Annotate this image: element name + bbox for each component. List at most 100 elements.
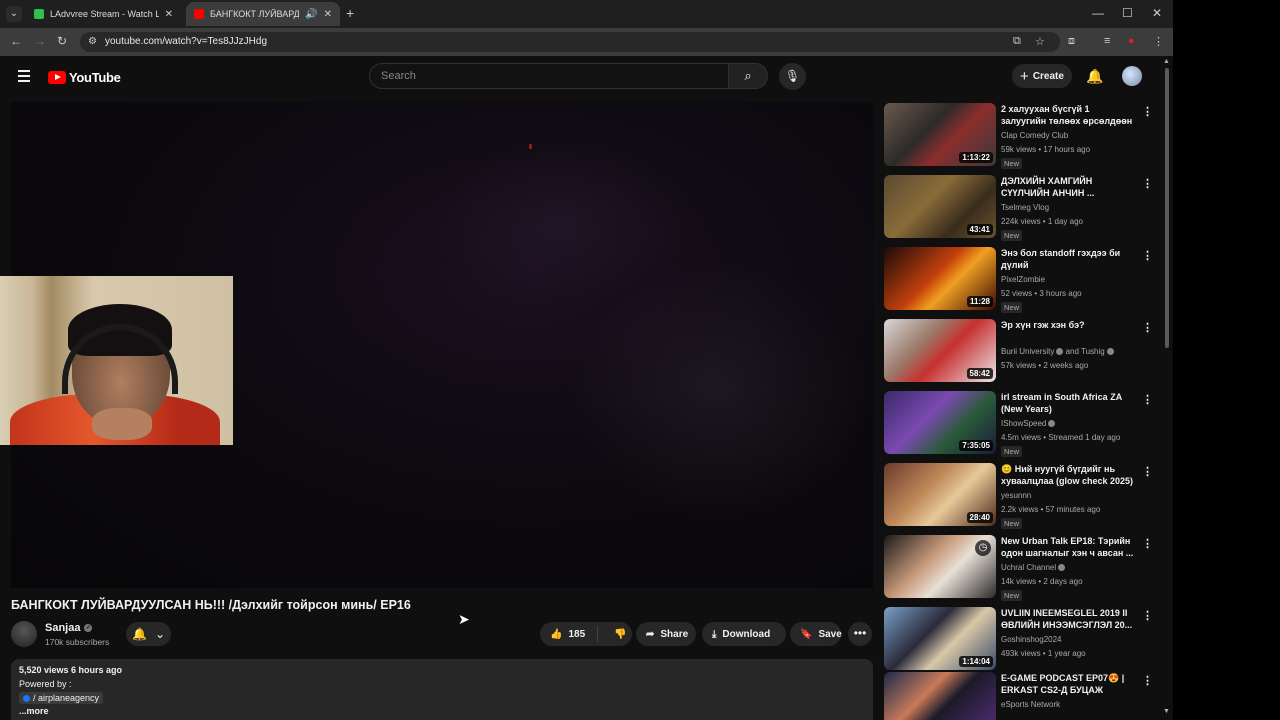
page-scrollbar[interactable]: ▲ ▼ (1163, 58, 1171, 720)
account-avatar[interactable] (1122, 66, 1142, 86)
close-tab-icon[interactable]: ✕ (324, 9, 332, 20)
rec-channel[interactable]: Clap Comedy Club (1001, 131, 1068, 140)
more-vert-icon[interactable]: ⋮ (1142, 249, 1153, 262)
rec-item[interactable]: ◷ New Urban Talk EP18: Тэрийн одон шагна… (884, 535, 1159, 601)
more-vert-icon[interactable]: ⋮ (1142, 393, 1153, 406)
menu-icon[interactable] (18, 70, 30, 85)
share-button[interactable]: ➦ Share (636, 622, 696, 646)
rec-channel[interactable]: Goshinshog2024 (1001, 635, 1062, 644)
rec-title[interactable]: Энэ бол standoff гэхдээ би дүлий (1001, 247, 1137, 271)
thumbnail[interactable]: 1:14:04 (884, 607, 996, 670)
address-bar[interactable]: ⚙ youtube.com/watch?v=Tes8JJzJHdg (80, 32, 1060, 52)
show-more-link[interactable]: ...more (19, 706, 865, 716)
rec-title[interactable]: E-GAME PODCAST EP07😍 | ERKAST CS2-Д БУЦА… (1001, 672, 1137, 696)
tab-search-icon[interactable]: ⌄ (6, 6, 22, 22)
notifications-icon[interactable]: 🔔 (1086, 68, 1103, 85)
media-control-icon[interactable]: ≡ (1104, 35, 1110, 47)
more-vert-icon[interactable]: ⋮ (1142, 609, 1153, 622)
rec-title[interactable]: 😊 Ний нуугүй бүгдийг нь хуваалцлаа (glow… (1001, 463, 1137, 487)
rec-channel[interactable]: Burii University and Tushig (1001, 347, 1114, 356)
download-button[interactable]: ⤓ Download (702, 622, 786, 646)
rec-title[interactable]: 2 халуухан бүсгүй 1 залуугийн төлөөх өрс… (1001, 103, 1137, 127)
close-window-icon[interactable]: ✕ (1152, 6, 1162, 20)
scrollbar-thumb[interactable] (1165, 68, 1169, 348)
rec-title[interactable]: Эр хүн гэж хэн бэ? (1001, 319, 1137, 331)
rec-item[interactable]: 1:14:04 UVLIIN INEEMSEGLEL 2019 II ӨВЛИЙ… (884, 607, 1159, 671)
maximize-icon[interactable]: ☐ (1122, 6, 1133, 20)
subscribed-button[interactable]: 🔔 ⌄ (126, 622, 171, 646)
thumbnail[interactable]: 58:42 (884, 319, 996, 382)
thumbnail[interactable]: ◷ (884, 535, 996, 598)
bookmark-icon: 🔖 (800, 628, 813, 640)
thumbnail[interactable]: 43:41 (884, 175, 996, 238)
rec-channel[interactable]: Uchral Channel (1001, 563, 1066, 572)
thumbnail[interactable]: 7:35:05 (884, 391, 996, 454)
site-info-icon[interactable]: ⚙ (88, 36, 97, 47)
more-vert-icon[interactable]: ⋮ (1142, 177, 1153, 190)
thumbs-up-icon: 👍 (550, 628, 563, 640)
speaker-icon[interactable]: 🔊 (305, 9, 317, 20)
search-icon[interactable]: ⌕ (728, 63, 768, 89)
verified-icon (1106, 348, 1114, 356)
rec-channel[interactable]: Tselmeg Vlog (1001, 203, 1049, 212)
new-tab-icon[interactable]: + (346, 5, 354, 21)
rec-item[interactable]: E-GAME PODCAST EP07😍 | ERKAST CS2-Д БУЦА… (884, 672, 1159, 720)
rec-title[interactable]: New Urban Talk EP18: Тэрийн одон шагналы… (1001, 535, 1137, 559)
rec-title[interactable]: ДЭЛХИЙН ХАМГИЙН СҮҮЛЧИЙН АНЧИН ... (1001, 175, 1137, 199)
search-input[interactable]: Search (369, 63, 729, 89)
powered-by-text: Powered by : (19, 679, 72, 689)
rec-channel[interactable]: yesunnn (1001, 491, 1031, 500)
youtube-play-icon (48, 71, 66, 84)
minimize-icon[interactable]: — (1092, 6, 1104, 20)
thumbnail[interactable]: 11:28 (884, 247, 996, 310)
youtube-logo[interactable]: YouTube (48, 70, 121, 85)
rec-item[interactable]: 11:28 Энэ бол standoff гэхдээ би дүлий P… (884, 247, 1159, 313)
rec-item[interactable]: 58:42 Эр хүн гэж хэн бэ? Burii Universit… (884, 319, 1159, 383)
reload-icon[interactable]: ↻ (57, 34, 67, 48)
tab-youtube[interactable]: БАНГКОКТ ЛУЙВАРДУУЛС 🔊 ✕ (186, 2, 340, 26)
scroll-down-icon[interactable]: ▼ (1163, 708, 1170, 715)
more-vert-icon[interactable]: ⋮ (1142, 674, 1153, 687)
profile-icon[interactable]: ● (1128, 35, 1135, 47)
thumbnail[interactable] (884, 672, 996, 720)
bookmark-star-icon[interactable]: ☆ (1035, 35, 1045, 48)
search-placeholder: Search (381, 70, 416, 82)
rec-item[interactable]: 43:41 ДЭЛХИЙН ХАМГИЙН СҮҮЛЧИЙН АНЧИН ...… (884, 175, 1159, 241)
tab-ladvvree[interactable]: LAdvvree Stream - Watch Live o ✕ (26, 2, 181, 26)
browser-menu-icon[interactable]: ⋮ (1153, 35, 1164, 48)
rec-item[interactable]: 7:35:05 irl stream in South Africa ZA (N… (884, 391, 1159, 457)
rec-channel[interactable]: PixelZombie (1001, 275, 1045, 284)
more-actions-icon[interactable]: ••• (848, 622, 872, 646)
thumbnail[interactable]: 28:40 (884, 463, 996, 526)
description-link[interactable]: / airplaneagency (19, 692, 104, 704)
close-tab-icon[interactable]: ✕ (165, 9, 173, 20)
rec-item[interactable]: 28:40 😊 Ний нуугүй бүгдийг нь хуваалцлаа… (884, 463, 1159, 529)
dislike-button[interactable]: 👎 (604, 629, 626, 640)
forward-icon[interactable]: → (34, 34, 46, 48)
channel-avatar[interactable] (11, 621, 37, 647)
description-box[interactable]: 5,520 views 6 hours ago Powered by : / a… (11, 659, 873, 720)
save-button[interactable]: 🔖 Save (790, 622, 842, 646)
extensions-icon[interactable]: ⧈ (1068, 35, 1075, 48)
more-vert-icon[interactable]: ⋮ (1142, 105, 1153, 118)
kick-favicon-icon (34, 9, 44, 19)
channel-name[interactable]: Sanjaa ✓ (45, 622, 93, 634)
create-button[interactable]: + Create (1012, 64, 1072, 88)
more-vert-icon[interactable]: ⋮ (1142, 537, 1153, 550)
back-icon[interactable]: ← (10, 34, 22, 48)
duration-badge: 43:41 (966, 224, 993, 235)
rec-channel[interactable]: IShowSpeed (1001, 419, 1056, 428)
rec-title[interactable]: irl stream in South Africa ZA (New Years… (1001, 391, 1137, 415)
thumbnail[interactable]: 1:13:22 (884, 103, 996, 166)
microphone-icon[interactable]: 🎙 (779, 63, 806, 90)
rec-item[interactable]: 1:13:22 2 халуухан бүсгүй 1 залуугийн тө… (884, 103, 1159, 169)
watch-later-icon[interactable]: ◷ (975, 540, 991, 556)
install-app-icon[interactable]: ⧉ (1013, 35, 1021, 48)
rec-channel[interactable]: eSports Network (1001, 700, 1060, 709)
scroll-up-icon[interactable]: ▲ (1163, 58, 1170, 65)
more-vert-icon[interactable]: ⋮ (1142, 465, 1153, 478)
rec-title[interactable]: UVLIIN INEEMSEGLEL 2019 II ӨВЛИЙН ИНЭЭМС… (1001, 607, 1137, 631)
more-vert-icon[interactable]: ⋮ (1142, 321, 1153, 334)
view-stats: 5,520 views 6 hours ago (19, 665, 123, 675)
like-button[interactable]: 👍 185 (540, 626, 598, 642)
